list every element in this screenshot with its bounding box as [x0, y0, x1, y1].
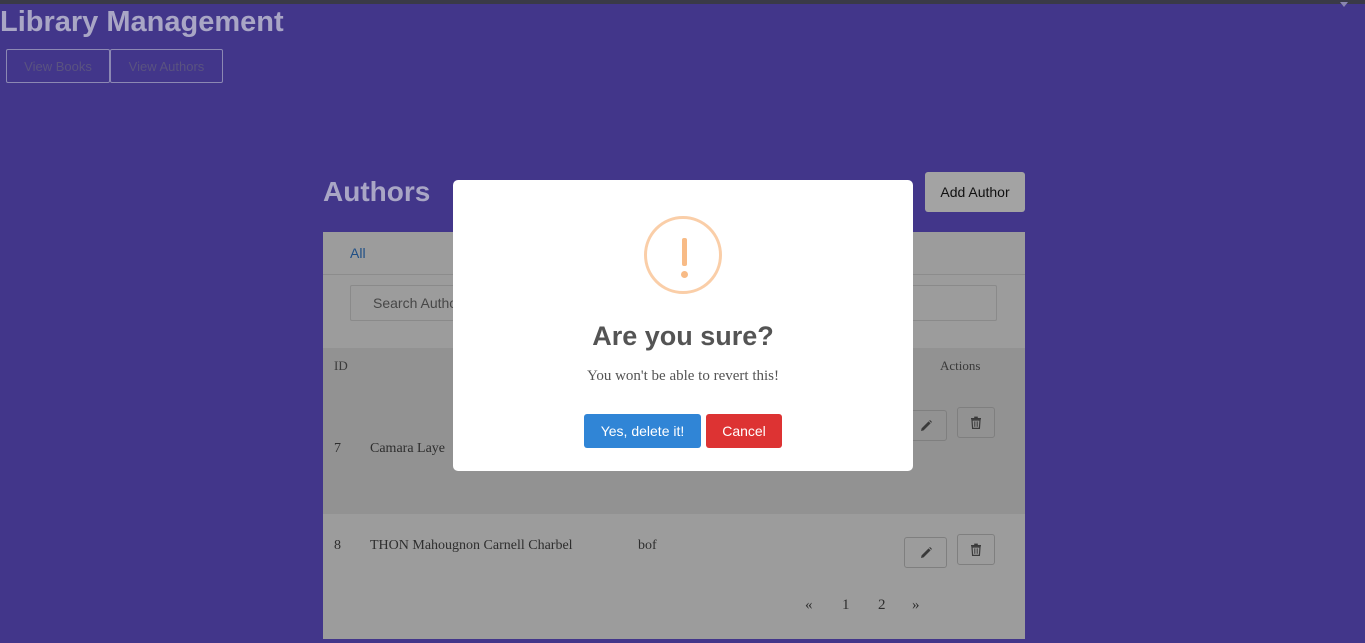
add-author-button[interactable]: Add Author: [925, 172, 1025, 212]
pencil-icon: [920, 546, 932, 558]
confirm-dialog: Are you sure? You won't be able to rever…: [453, 180, 913, 471]
pencil-icon: [920, 419, 932, 431]
pagination-page-1[interactable]: 1: [842, 597, 850, 614]
pagination-page-2[interactable]: 2: [878, 597, 886, 614]
author-id: 7: [334, 441, 341, 456]
confirm-delete-button[interactable]: Yes, delete it!: [584, 414, 701, 448]
view-books-button[interactable]: View Books: [6, 49, 110, 83]
caret-down-icon[interactable]: [1340, 2, 1348, 7]
dialog-text: You won't be able to revert this!: [587, 368, 779, 384]
pagination-next[interactable]: »: [912, 597, 920, 614]
edit-button[interactable]: [904, 537, 947, 568]
cancel-button[interactable]: Cancel: [706, 414, 782, 448]
delete-button[interactable]: [957, 407, 995, 438]
trash-icon: [971, 543, 981, 556]
tab-all[interactable]: All: [350, 245, 366, 261]
column-header-actions: Actions: [940, 358, 981, 373]
delete-button[interactable]: [957, 534, 995, 565]
table-row: 8 THON Mahougnon Carnell Charbel bof: [323, 514, 1025, 574]
author-name: THON Mahougnon Carnell Charbel: [370, 538, 573, 553]
column-header-id: ID: [334, 358, 348, 373]
view-authors-button[interactable]: View Authors: [110, 49, 223, 83]
pagination-prev[interactable]: «: [805, 597, 813, 614]
app-title: Library Management: [0, 6, 284, 38]
trash-icon: [971, 416, 981, 429]
author-description: bof: [638, 538, 657, 553]
warning-icon: [644, 216, 722, 294]
author-name: Camara Laye: [370, 441, 446, 456]
dialog-title: Are you sure?: [592, 321, 774, 351]
page-title: Authors: [323, 176, 431, 207]
browser-top-bar: [0, 0, 1365, 4]
author-id: 8: [334, 538, 341, 553]
pagination: « 1 2 »: [793, 597, 933, 617]
